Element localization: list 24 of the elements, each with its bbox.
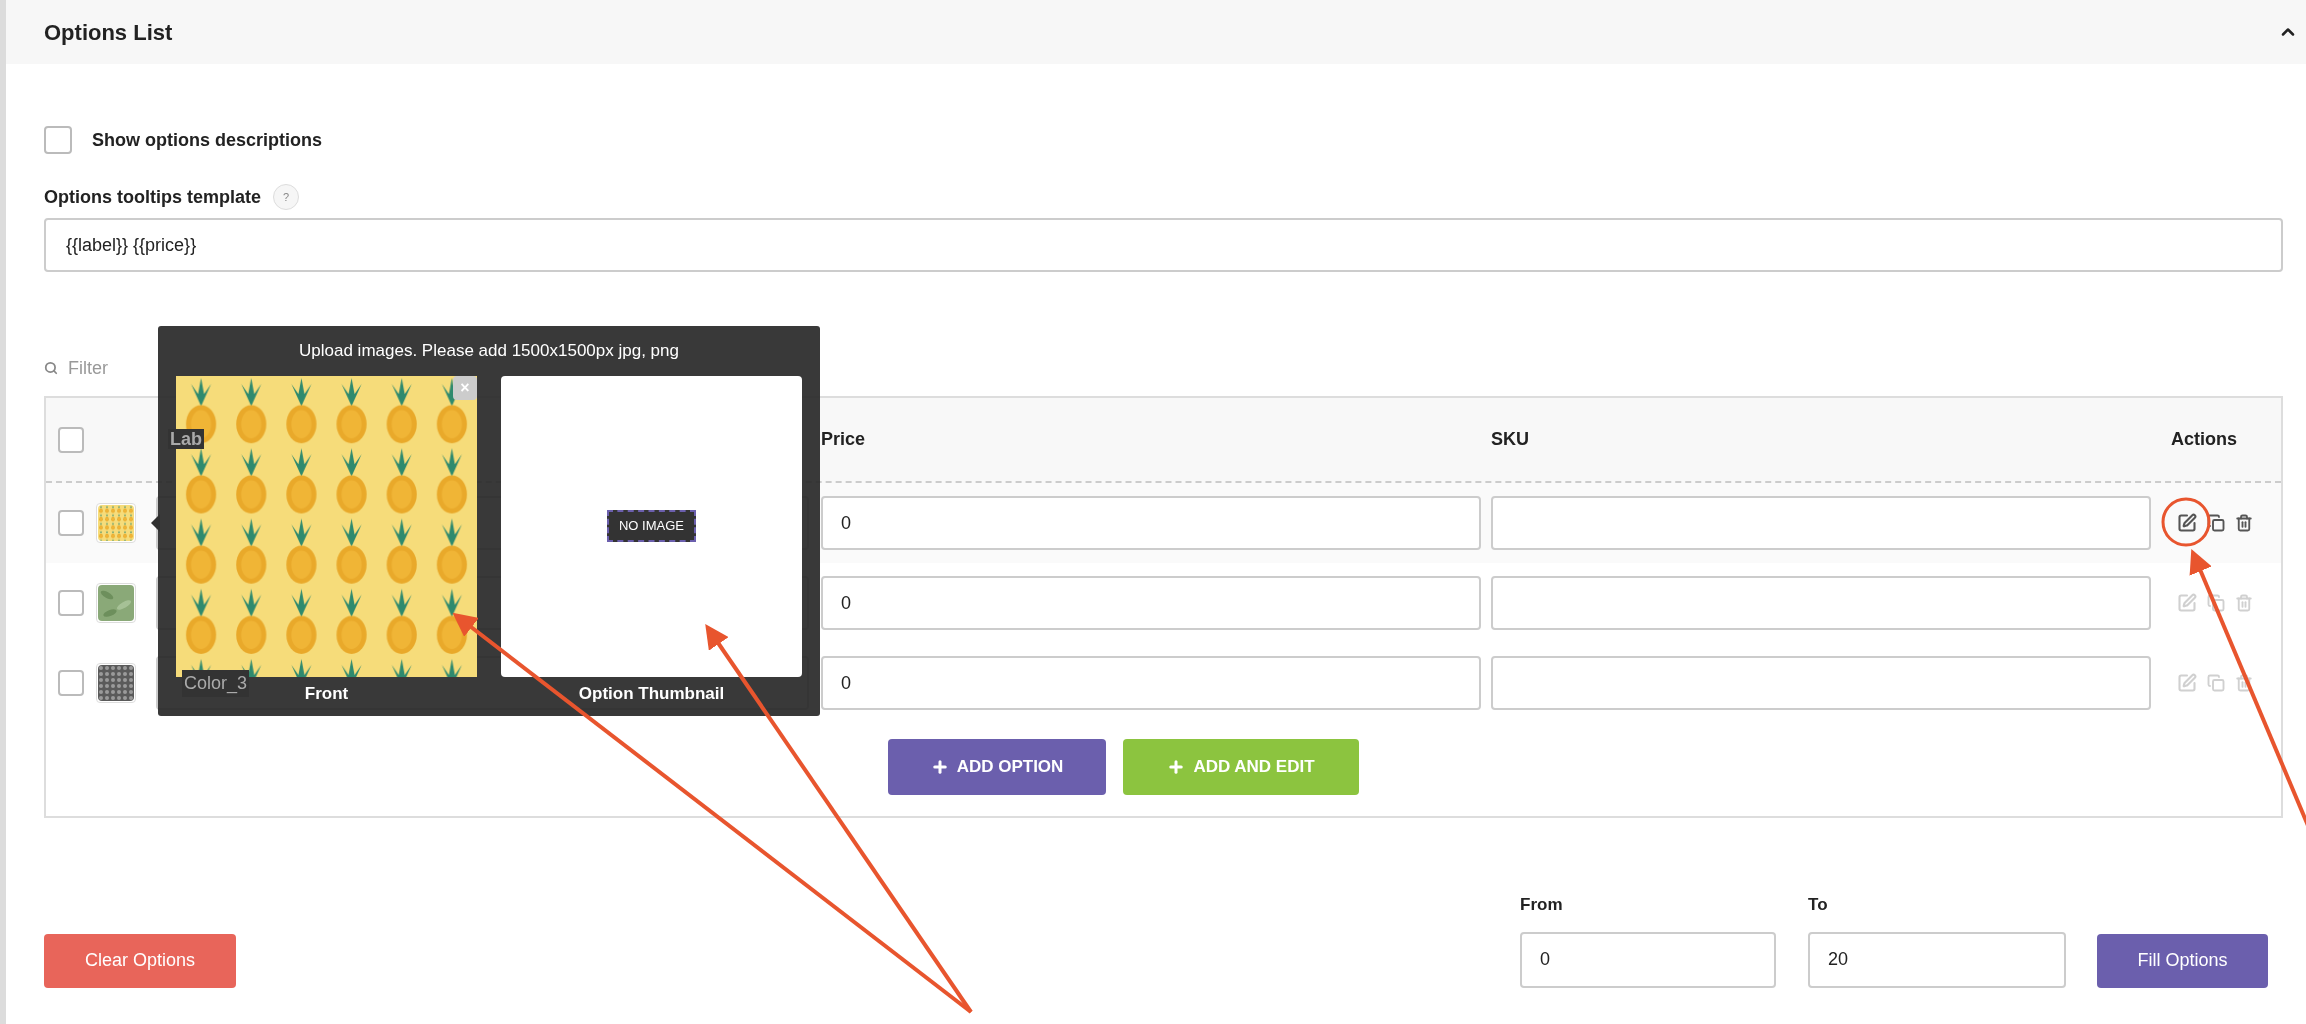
price-input[interactable]: 0 [821,496,1481,550]
fill-options-button[interactable]: Fill Options [2097,933,2268,988]
slot-label: Option Thumbnail [578,682,725,705]
price-input[interactable]: 0 [821,656,1481,710]
column-header: Lab [168,429,204,449]
popup-title: Upload images. Please add 1500x1500px jpg, png [299,340,679,362]
from-input[interactable]: 0 [1520,931,1777,988]
help-icon[interactable]: ? [273,184,299,210]
column-header: Price [821,428,867,451]
section-header[interactable]: Options List [6,0,2306,64]
column-header: Actions [2170,428,2238,451]
no-image-label: NO IMAGE [607,510,696,542]
section-title: Options List [44,18,173,47]
field-label: From [1520,894,1564,916]
checkbox-label: Show options descriptions [92,128,322,152]
column-header: SKU [1491,428,1530,451]
field-label: Options tooltips template [44,185,261,209]
template-input[interactable]: {{label}} {{price}} [44,218,2283,272]
price-input[interactable]: 0 [821,576,1481,630]
image-slot[interactable]: NO IMAGE [501,375,802,677]
add-option-button[interactable]: ADD OPTION [888,739,1106,795]
field-label: To [1808,894,1829,916]
to-input[interactable]: 20 [1808,931,2067,988]
slot-label: Front [304,682,349,705]
